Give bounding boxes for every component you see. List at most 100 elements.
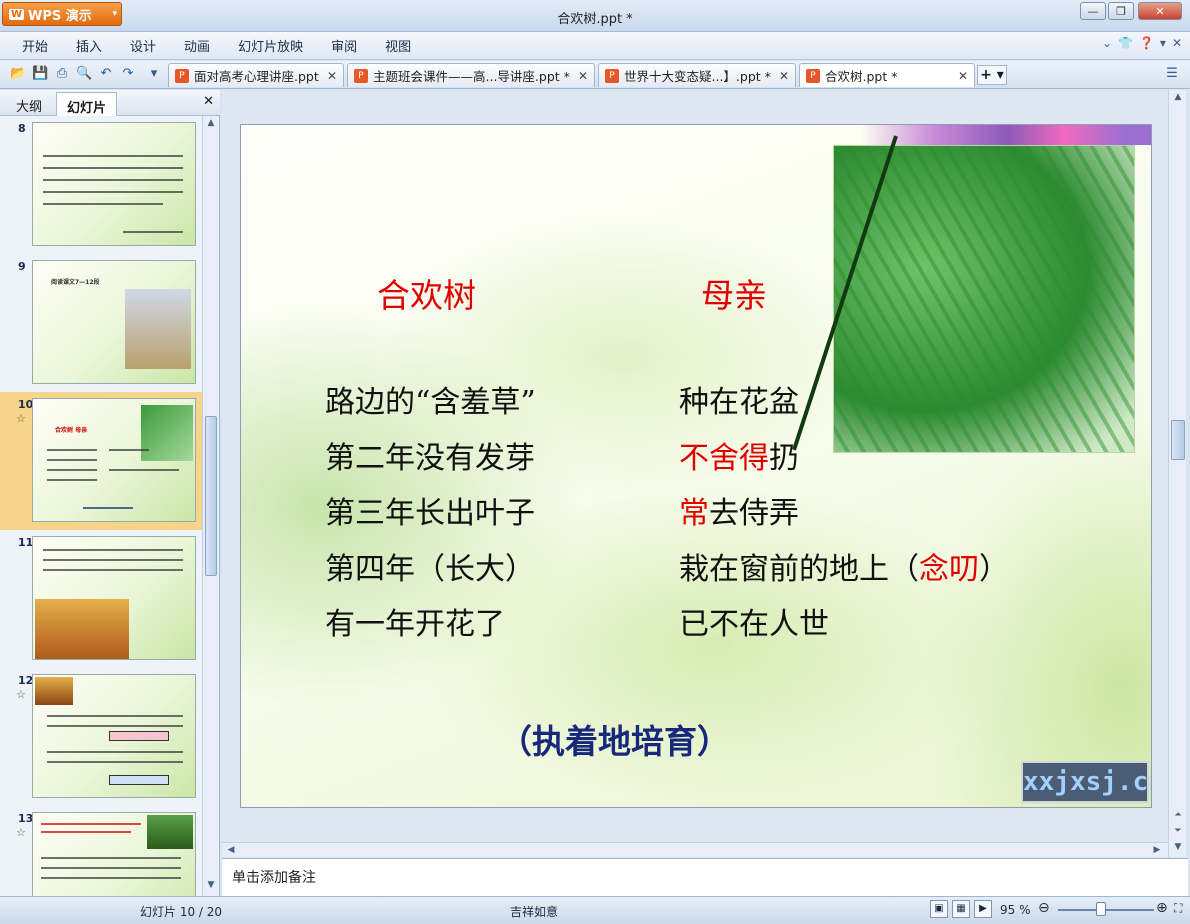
notes-placeholder: 单击添加备注 bbox=[232, 870, 316, 886]
new-tab-button[interactable]: + ▾ bbox=[977, 65, 1007, 85]
slide-canvas[interactable]: 合欢树 母亲 路边的“含羞草” 第二年没有发芽 第三年长出叶子 第四年（长大） … bbox=[240, 124, 1152, 808]
close-icon[interactable]: ✕ bbox=[779, 69, 789, 83]
menu-bar: 开始 插入 设计 动画 幻灯片放映 审阅 视图 bbox=[0, 32, 1190, 60]
thumbnail-image bbox=[32, 812, 196, 896]
doc-tab-1[interactable]: P 面对高考心理讲座.ppt * ✕ bbox=[168, 63, 344, 87]
doc-tab-2[interactable]: P 主题班会课件——高...导讲座.ppt * ✕ bbox=[347, 63, 595, 87]
fit-window-icon[interactable]: ⛶ bbox=[1174, 901, 1182, 916]
ppt-file-icon: P bbox=[175, 68, 189, 83]
skin-shirt-icon[interactable]: 👕 bbox=[1118, 36, 1133, 50]
scroll-right-icon[interactable]: ▶ bbox=[1148, 845, 1166, 855]
customize-toolbar-icon[interactable]: ▾ bbox=[146, 66, 162, 82]
notes-area[interactable]: 单击添加备注 bbox=[222, 858, 1188, 896]
zoom-in-icon[interactable]: ⊕ bbox=[1156, 900, 1168, 916]
fern-photo bbox=[792, 135, 1135, 453]
left-line-1: 路边的“含羞草” bbox=[325, 385, 536, 420]
zoom-slider[interactable] bbox=[1058, 909, 1154, 911]
menu-review[interactable]: 审阅 bbox=[331, 36, 373, 55]
menu-design[interactable]: 设计 bbox=[130, 36, 172, 55]
thumbnail-caption: 合欢树 母亲 bbox=[55, 427, 88, 434]
restore-icon: ❐ bbox=[1116, 4, 1126, 18]
slide-bottom-caption: （执着地培育） bbox=[499, 722, 730, 761]
scroll-left-icon[interactable]: ◀ bbox=[222, 845, 240, 855]
undo-icon[interactable]: ↶ bbox=[98, 66, 114, 82]
scroll-down-icon[interactable]: ▼ bbox=[1169, 842, 1187, 852]
status-bar: 幻灯片 10 / 20 吉祥如意 ▣ ▦ ▶ 95 % ⊖ ⊕ ⛶ bbox=[0, 896, 1190, 924]
open-folder-icon[interactable]: 📂 bbox=[10, 66, 26, 82]
menu-slideshow[interactable]: 幻灯片放映 bbox=[238, 36, 319, 55]
left-line-3: 第三年长出叶子 bbox=[325, 496, 535, 531]
thumbnail-image: 阅读课文7—12段 bbox=[32, 260, 196, 384]
print-preview-icon[interactable]: 🔍 bbox=[76, 66, 92, 82]
maximize-button[interactable]: ❐ bbox=[1108, 2, 1134, 20]
save-icon[interactable]: 💾 bbox=[32, 66, 48, 82]
thumbnail-slide-8[interactable]: 8 bbox=[0, 116, 202, 254]
close-window-button[interactable]: ✕ bbox=[1138, 2, 1182, 20]
previous-slide-icon[interactable]: ⏶ bbox=[1169, 810, 1187, 820]
thumbnail-slide-12[interactable]: 12 ☆ bbox=[0, 668, 202, 806]
ppt-file-icon: P bbox=[605, 68, 619, 83]
close-icon: ✕ bbox=[1155, 4, 1165, 18]
close-icon[interactable]: ✕ bbox=[1172, 36, 1182, 50]
chevron-down-icon[interactable]: ⌄ bbox=[1102, 36, 1112, 50]
thumbnail-slide-11[interactable]: 11 bbox=[0, 530, 202, 668]
menu-animation[interactable]: 动画 bbox=[184, 36, 226, 55]
minimize-button[interactable]: — bbox=[1080, 2, 1106, 20]
plus-icon: + ▾ bbox=[980, 67, 1004, 83]
animation-star-icon: ☆ bbox=[16, 412, 26, 425]
help-icon[interactable]: ❓ bbox=[1139, 36, 1154, 50]
right-line-1: 种在花盆 bbox=[679, 385, 799, 420]
tab-outline[interactable]: 大纲 bbox=[6, 92, 52, 116]
thumbnail-number: 8 bbox=[18, 122, 26, 135]
animation-star-icon: ☆ bbox=[16, 826, 26, 839]
thumbnail-list: 8 9 阅读课文7—12段 10 ☆ 合欢树 母亲 11 12 ☆ 13 ☆ bbox=[0, 116, 202, 896]
slide-sorter-icon: ▦ bbox=[956, 903, 966, 914]
thumbnail-scrollbar[interactable]: ▲ ▼ bbox=[202, 116, 218, 896]
menu-insert[interactable]: 插入 bbox=[76, 36, 118, 55]
normal-view-icon: ▣ bbox=[934, 903, 944, 914]
doc-tab-3[interactable]: P 世界十大变态疑...】.ppt * ✕ bbox=[598, 63, 796, 87]
scroll-down-icon[interactable]: ▼ bbox=[202, 880, 220, 890]
doc-tab-4-active[interactable]: P 合欢树.ppt * ✕ bbox=[799, 63, 975, 87]
slide-counter: 幻灯片 10 / 20 bbox=[140, 905, 223, 919]
left-line-2: 第二年没有发芽 bbox=[325, 441, 535, 476]
menu-view[interactable]: 视图 bbox=[385, 36, 427, 55]
thumbnail-slide-13[interactable]: 13 ☆ bbox=[0, 806, 202, 896]
thumbnail-image: 合欢树 母亲 bbox=[32, 398, 196, 522]
scroll-up-icon[interactable]: ▲ bbox=[1169, 92, 1187, 102]
slide-horizontal-scrollbar[interactable]: ◀ ▶ bbox=[222, 842, 1168, 857]
print-icon[interactable]: ⎙ bbox=[54, 66, 70, 82]
zoom-out-icon[interactable]: ⊖ bbox=[1038, 900, 1050, 916]
slide-sorter-button[interactable]: ▦ bbox=[952, 900, 970, 918]
site-watermark-logo: xxjxsj.cn bbox=[1021, 761, 1151, 803]
quick-access-toolbar: 📂 💾 ⎙ 🔍 ↶ ↷ ▾ P 面对高考心理讲座.ppt * ✕ P 主题班会课… bbox=[0, 61, 1190, 89]
ppt-file-icon: P bbox=[354, 68, 368, 83]
flower-decoration bbox=[861, 125, 1151, 145]
close-icon[interactable]: ✕ bbox=[958, 69, 968, 83]
scrollbar-thumb[interactable] bbox=[1171, 420, 1185, 460]
thumbnail-slide-9[interactable]: 9 阅读课文7—12段 bbox=[0, 254, 202, 392]
scroll-up-icon[interactable]: ▲ bbox=[202, 118, 220, 128]
next-slide-icon[interactable]: ⏷ bbox=[1169, 826, 1187, 836]
slideshow-button[interactable]: ▶ bbox=[974, 900, 992, 918]
doc-tab-label: 世界十大变态疑...】.ppt * bbox=[624, 69, 771, 84]
close-icon[interactable]: ✕ bbox=[578, 69, 588, 83]
ppt-file-icon: P bbox=[806, 68, 820, 83]
menu-home[interactable]: 开始 bbox=[22, 36, 64, 55]
left-column-heading: 合欢树 bbox=[377, 276, 476, 315]
close-icon[interactable]: ✕ bbox=[327, 69, 337, 83]
normal-view-button[interactable]: ▣ bbox=[930, 900, 948, 918]
slide-vertical-scrollbar[interactable]: ▲ ⏶ ⏷ ▼ bbox=[1168, 90, 1186, 857]
right-line-4: 栽在窗前的地上（念叨） bbox=[679, 552, 1009, 587]
tab-slides[interactable]: 幻灯片 bbox=[56, 92, 118, 116]
left-line-5: 有一年开花了 bbox=[325, 607, 505, 642]
chevron-down-icon[interactable]: ▾ bbox=[1160, 36, 1166, 50]
redo-icon[interactable]: ↷ bbox=[120, 66, 136, 82]
minimize-icon: — bbox=[1087, 4, 1099, 18]
close-icon[interactable]: ✕ bbox=[203, 94, 214, 109]
scrollbar-thumb[interactable] bbox=[205, 416, 217, 576]
thumbnail-slide-10-selected[interactable]: 10 ☆ 合欢树 母亲 bbox=[0, 392, 202, 530]
zoom-slider-handle[interactable] bbox=[1096, 902, 1106, 916]
tab-list-icon[interactable]: ☰ bbox=[1164, 66, 1180, 82]
window-title: 合欢树.ppt * bbox=[557, 12, 633, 27]
